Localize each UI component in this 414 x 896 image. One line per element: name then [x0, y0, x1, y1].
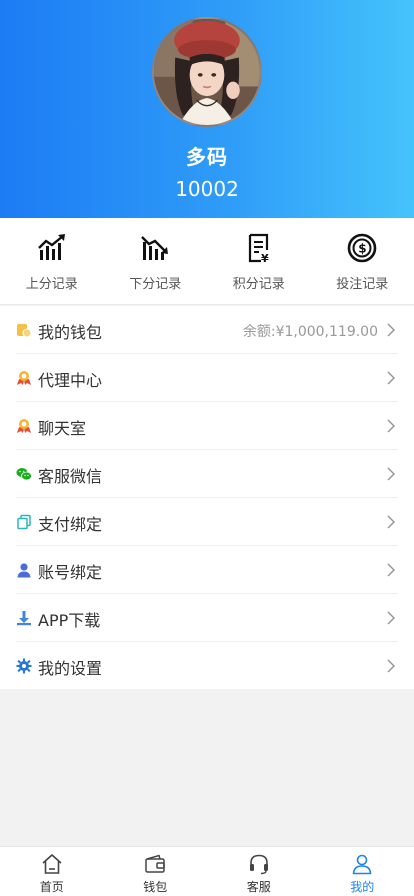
- tab-wallet[interactable]: 钱包: [104, 847, 208, 896]
- download-icon: [17, 611, 31, 626]
- quick-action-label: 下分记录: [129, 277, 182, 292]
- home-icon: [42, 854, 62, 874]
- menu-item-agent-center[interactable]: 代理中心: [0, 354, 414, 402]
- user-id: 10002: [175, 177, 239, 201]
- user-nickname: 多码: [186, 145, 228, 169]
- wallet-balance: 余额:¥1,000,119.00: [242, 324, 378, 340]
- chevron-right-icon: [387, 563, 396, 577]
- quick-action-label: 上分记录: [25, 277, 78, 292]
- user-icon: [352, 854, 372, 875]
- medal-icon: [17, 371, 31, 385]
- wallet-icon: [145, 854, 165, 873]
- tab-customer-service[interactable]: 客服: [207, 847, 311, 896]
- menu-item-label: 我的钱包: [38, 323, 103, 342]
- menu-item-label: 客服微信: [38, 467, 103, 486]
- quick-action-label: 投注记录: [336, 277, 389, 292]
- tab-home[interactable]: 首页: [0, 847, 104, 896]
- menu-item-wallet[interactable]: 我的钱包 余额:¥1,000,119.00: [0, 306, 414, 354]
- chart-up-icon: [37, 234, 65, 260]
- wechat-icon: [16, 468, 32, 481]
- chevron-right-icon: [387, 611, 396, 625]
- chart-down-icon: [141, 236, 169, 260]
- tab-label: 客服: [246, 880, 271, 894]
- chevron-right-icon: [387, 467, 396, 481]
- headset-icon: [249, 854, 268, 875]
- menu-item-label: 聊天室: [38, 419, 87, 438]
- chevron-right-icon: [387, 659, 396, 673]
- menu-item-app-download[interactable]: APP下载: [0, 594, 414, 642]
- quick-action-bet-records[interactable]: $ 投注记录: [311, 218, 414, 304]
- quick-action-withdraw-records[interactable]: 下分记录: [104, 218, 208, 304]
- gear-icon: [16, 658, 32, 674]
- wallet-coins-icon: [17, 324, 32, 338]
- quick-action-label: 积分记录: [232, 277, 285, 292]
- tab-mine[interactable]: 我的: [311, 847, 414, 896]
- menu-list: 我的钱包 余额:¥1,000,119.00 代理中心 聊天室 客服微信 支付绑定…: [0, 306, 414, 689]
- receipt-icon: ¥: [248, 233, 269, 264]
- quick-action-deposit-records[interactable]: 上分记录: [0, 218, 104, 304]
- quick-actions: 上分记录 下分记录 ¥ 积分记录 $ 投注记录: [0, 218, 414, 305]
- menu-item-account-binding[interactable]: 账号绑定: [0, 546, 414, 594]
- tab-label: 首页: [39, 880, 64, 894]
- chevron-right-icon: [387, 419, 396, 433]
- tab-label: 我的: [350, 880, 375, 894]
- menu-item-chat-room[interactable]: 聊天室: [0, 402, 414, 450]
- menu-item-label: 支付绑定: [38, 515, 103, 534]
- menu-item-label: 我的设置: [38, 659, 103, 678]
- coin-icon: $: [347, 233, 377, 263]
- svg-text:¥: ¥: [261, 252, 269, 264]
- svg-text:$: $: [358, 242, 366, 256]
- menu-item-payment-binding[interactable]: 支付绑定: [0, 498, 414, 546]
- quick-action-points-records[interactable]: ¥ 积分记录: [207, 218, 311, 304]
- profile-header: 多码 10002: [0, 0, 414, 218]
- chevron-right-icon: [387, 515, 396, 529]
- chevron-right-icon: [387, 371, 396, 385]
- avatar[interactable]: [152, 17, 262, 127]
- menu-item-service-wechat[interactable]: 客服微信: [0, 450, 414, 498]
- menu-item-label: APP下载: [38, 611, 101, 630]
- tab-label: 钱包: [143, 880, 168, 894]
- bottom-tab-bar: 首页 钱包 客服 我的: [0, 846, 414, 896]
- copy-card-icon: [17, 514, 31, 530]
- chevron-right-icon: [387, 323, 396, 337]
- person-icon: [17, 563, 31, 578]
- medal-icon: [17, 419, 31, 433]
- menu-item-label: 代理中心: [38, 371, 103, 390]
- avatar-image: [154, 19, 260, 125]
- menu-item-settings[interactable]: 我的设置: [0, 642, 414, 690]
- menu-item-label: 账号绑定: [38, 563, 103, 582]
